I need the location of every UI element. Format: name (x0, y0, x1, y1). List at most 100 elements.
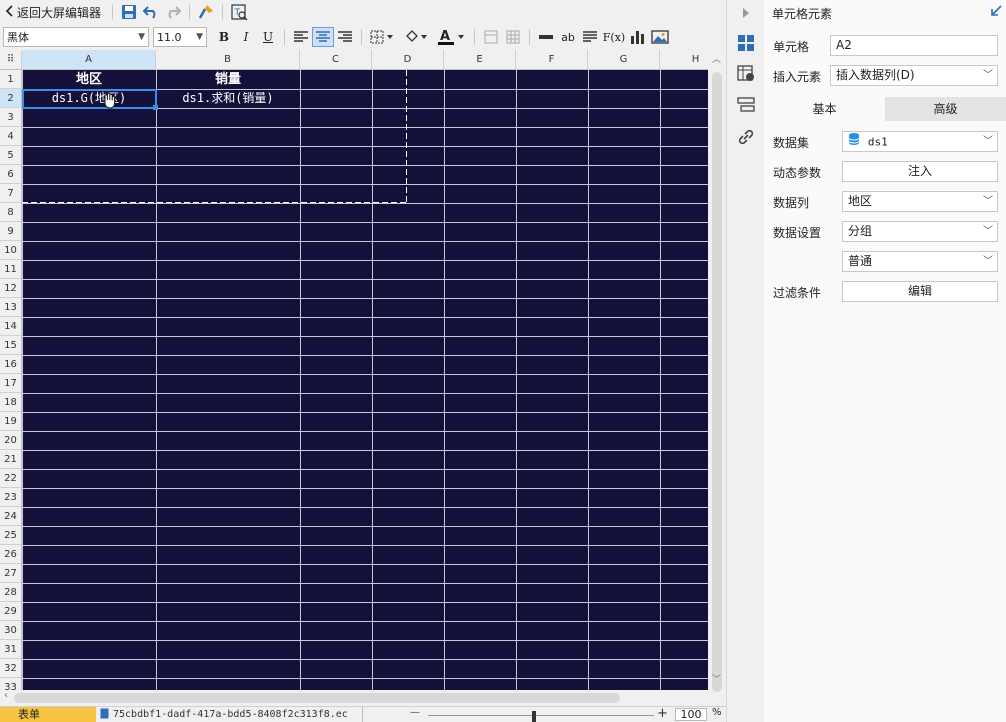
row-header-23[interactable]: 23 (0, 488, 22, 507)
fill-color-icon[interactable] (401, 27, 431, 47)
insert-element-select[interactable]: 插入数据列(D) ﹀ (830, 65, 998, 86)
row-header-9[interactable]: 9 (0, 222, 22, 241)
fill-handle[interactable] (153, 105, 158, 110)
column-header-c[interactable]: C (300, 50, 372, 70)
font-family-select[interactable]: 黑体 ▼ (3, 27, 149, 47)
column-header-a[interactable]: A (22, 50, 156, 70)
zoom-slider-track[interactable] (428, 715, 654, 716)
row-header-2[interactable]: 2 (0, 89, 22, 108)
zoom-out-button[interactable]: — (410, 707, 420, 718)
hyperlink-icon[interactable] (735, 126, 757, 148)
row-header-22[interactable]: 22 (0, 469, 22, 488)
row-header-33[interactable]: 33 (0, 678, 22, 690)
scroll-up-icon[interactable]: ︿ (712, 52, 721, 65)
tab-basic[interactable]: 基本 (764, 97, 885, 121)
scroll-left-icon[interactable]: ‹ (4, 690, 8, 701)
row-header-17[interactable]: 17 (0, 374, 22, 393)
vertical-scrollbar[interactable]: ︿ ﹀ (708, 50, 726, 692)
scroll-thumb[interactable] (712, 72, 722, 692)
format-painter-icon[interactable] (195, 1, 217, 23)
preview-icon[interactable]: T (228, 1, 250, 23)
align-center-icon[interactable] (312, 27, 334, 47)
row-header-32[interactable]: 32 (0, 659, 22, 678)
row-header-27[interactable]: 27 (0, 564, 22, 583)
tab-advanced[interactable]: 高级 (885, 97, 1006, 121)
row-header-3[interactable]: 3 (0, 108, 22, 127)
row-header-18[interactable]: 18 (0, 393, 22, 412)
widget-settings-icon[interactable] (735, 94, 757, 116)
redo-icon[interactable] (162, 1, 184, 23)
row-header-25[interactable]: 25 (0, 526, 22, 545)
row-header-16[interactable]: 16 (0, 355, 22, 374)
select-all-corner[interactable]: ⠿ (0, 50, 22, 70)
underline-button[interactable]: U (257, 27, 279, 47)
merge-cells-icon[interactable] (480, 27, 502, 47)
font-color-icon[interactable]: A (435, 27, 469, 47)
data-setting-mode-select[interactable]: 普通 ﹀ (842, 251, 998, 272)
align-left-icon[interactable] (290, 27, 312, 47)
insert-image-icon[interactable] (649, 27, 671, 47)
formula-button[interactable]: F(x) (601, 27, 627, 47)
horizontal-scrollbar[interactable]: ‹ (0, 690, 708, 706)
align-right-icon[interactable] (334, 27, 356, 47)
filter-edit-button[interactable]: 编辑 (842, 281, 998, 302)
text-align-icon[interactable] (579, 27, 601, 47)
row-header-13[interactable]: 13 (0, 298, 22, 317)
insert-text-icon[interactable] (535, 27, 557, 47)
row-header-20[interactable]: 20 (0, 431, 22, 450)
spreadsheet-grid[interactable]: ⠿ A B C D E F G H 1 2 3 4 5 6 7 8 9 10 11 12 13 14 15 16 17 18 19 2… (0, 50, 708, 690)
insert-ab-icon[interactable]: ab (557, 27, 579, 47)
column-header-g[interactable]: G (588, 50, 660, 70)
inject-button[interactable]: 注入 (842, 161, 998, 182)
italic-button[interactable]: I (235, 27, 257, 47)
row-header-15[interactable]: 15 (0, 336, 22, 355)
cell-b2[interactable]: ds1.求和(销量) (156, 89, 300, 108)
cell-element-icon[interactable] (735, 32, 757, 54)
expand-panel-icon[interactable] (990, 5, 1002, 20)
data-column-select[interactable]: 地区 ﹀ (842, 191, 998, 212)
cell-field[interactable]: A2 (830, 35, 998, 56)
font-size-select[interactable]: 11.0 ▼ (153, 27, 207, 47)
zoom-slider-thumb[interactable] (532, 711, 536, 722)
row-header-12[interactable]: 12 (0, 279, 22, 298)
hscroll-thumb[interactable] (14, 693, 620, 703)
cell-a1[interactable]: 地区 (22, 70, 156, 89)
bold-button[interactable]: B (213, 27, 235, 47)
row-header-31[interactable]: 31 (0, 640, 22, 659)
dataset-select[interactable]: ds1 ﹀ (842, 131, 998, 152)
zoom-in-button[interactable]: + (657, 706, 668, 721)
row-header-24[interactable]: 24 (0, 507, 22, 526)
save-icon[interactable] (118, 1, 140, 23)
cell-attribute-icon[interactable] (735, 62, 757, 84)
collapse-panel-icon[interactable] (735, 2, 757, 24)
row-header-7[interactable]: 7 (0, 184, 22, 203)
data-setting-select[interactable]: 分组 ﹀ (842, 221, 998, 242)
scroll-down-icon[interactable]: ﹀ (712, 672, 721, 685)
row-header-30[interactable]: 30 (0, 621, 22, 640)
row-header-5[interactable]: 5 (0, 146, 22, 165)
row-header-8[interactable]: 8 (0, 203, 22, 222)
column-header-d[interactable]: D (372, 50, 444, 70)
undo-icon[interactable] (140, 1, 162, 23)
back-to-dashboard-button[interactable]: 返回大屏编辑器 (0, 4, 107, 21)
column-header-b[interactable]: B (156, 50, 300, 70)
cell-b1[interactable]: 销量 (156, 70, 300, 89)
split-cells-icon[interactable] (502, 27, 524, 47)
row-header-21[interactable]: 21 (0, 450, 22, 469)
column-header-h[interactable]: H (660, 50, 708, 70)
row-header-26[interactable]: 26 (0, 545, 22, 564)
sheet-tab-form[interactable]: 表单 (0, 707, 96, 722)
row-header-1[interactable]: 1 (0, 70, 22, 89)
row-header-4[interactable]: 4 (0, 127, 22, 146)
zoom-input[interactable]: 100 (675, 708, 707, 721)
column-header-e[interactable]: E (444, 50, 516, 70)
insert-chart-icon[interactable] (627, 27, 649, 47)
file-tab[interactable]: 75cbdbf1-dadf-417a-bdd5-8408f2c313f8.ec (100, 707, 348, 722)
row-header-19[interactable]: 19 (0, 412, 22, 431)
row-header-29[interactable]: 29 (0, 602, 22, 621)
border-icon[interactable] (367, 27, 397, 47)
row-header-14[interactable]: 14 (0, 317, 22, 336)
row-header-10[interactable]: 10 (0, 241, 22, 260)
row-header-11[interactable]: 11 (0, 260, 22, 279)
row-header-28[interactable]: 28 (0, 583, 22, 602)
